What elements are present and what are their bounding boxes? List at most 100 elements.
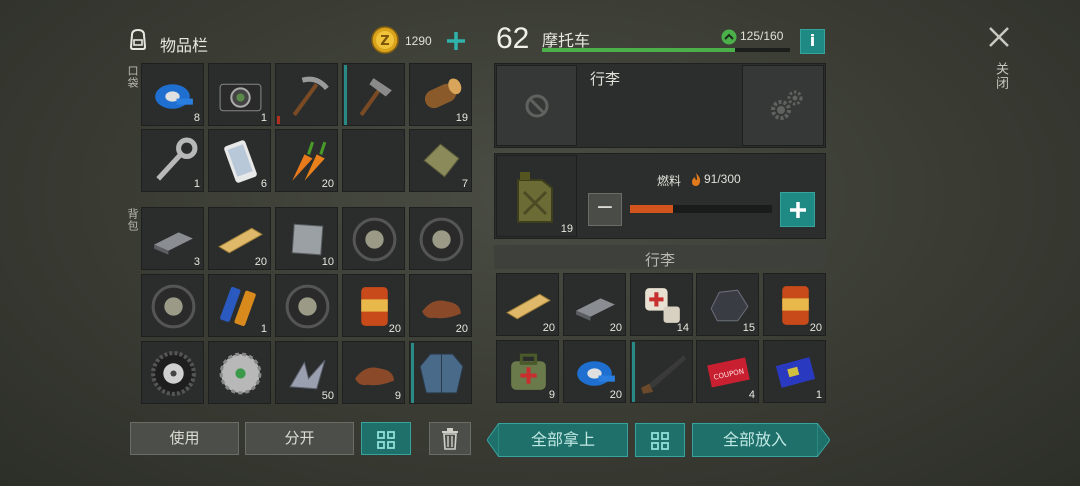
empty-item-slot[interactable] (342, 129, 405, 192)
item-slot[interactable]: 20 (275, 129, 338, 192)
item-slot[interactable]: 10 (275, 207, 338, 270)
item-slot[interactable]: 20 (563, 340, 626, 403)
tire-icon (349, 214, 400, 265)
item-slot[interactable] (275, 274, 338, 337)
cloth-icon (416, 136, 467, 187)
item-slot[interactable]: 6 (208, 129, 271, 192)
durability-marker (344, 65, 347, 125)
item-count: 10 (321, 256, 334, 268)
item-slot[interactable]: 8 (141, 63, 204, 126)
item-count: 50 (321, 390, 334, 402)
item-slot[interactable]: 1 (208, 63, 271, 126)
item-slot[interactable]: 20 (208, 207, 271, 270)
item-count: 20 (254, 256, 267, 268)
item-slot[interactable]: 7 (409, 129, 472, 192)
item-slot[interactable]: COUPON 4 (696, 340, 759, 403)
item-count: 1 (260, 112, 267, 124)
info-icon: i (809, 31, 816, 50)
item-slot[interactable]: 20 (496, 273, 559, 336)
split-button[interactable]: 分开 (245, 422, 354, 455)
luggage-locked-slot[interactable] (496, 65, 577, 146)
item-slot[interactable]: 20 (342, 274, 405, 337)
fuel-canister-slot[interactable]: 19 (496, 155, 577, 237)
duct-tape-icon (148, 70, 199, 121)
take-all-button[interactable]: 全部拿上 (498, 423, 628, 457)
use-button[interactable]: 使用 (130, 422, 239, 455)
coin-icon: Z (371, 26, 399, 54)
item-slot[interactable] (342, 207, 405, 270)
add-coins-button[interactable] (444, 29, 468, 53)
item-count: 20 (542, 322, 555, 334)
item-slot[interactable]: 20 (409, 274, 472, 337)
tire-icon (282, 281, 333, 332)
close-button[interactable]: 关闭 (986, 24, 1012, 104)
item-slot[interactable]: 20 (563, 273, 626, 336)
hammer-icon (349, 70, 400, 121)
take-all-label: 全部拿上 (530, 430, 595, 449)
item-count: 9 (394, 390, 401, 402)
put-all-button[interactable]: 全部放入 (692, 423, 818, 457)
item-count: 9 (548, 389, 555, 401)
sort-inventory-button[interactable] (361, 422, 411, 455)
medkit-bag-icon (503, 347, 554, 398)
item-count: 20 (388, 323, 401, 335)
coin-count: 1290 (405, 34, 432, 48)
fuel-slider-fill (630, 205, 673, 213)
item-slot[interactable]: 1 (208, 274, 271, 337)
pickaxe-icon (282, 70, 333, 121)
durability-marker (277, 116, 280, 124)
shotgun-icon (637, 347, 688, 398)
tire-icon (148, 281, 199, 332)
item-slot[interactable] (141, 274, 204, 337)
durability-marker (632, 342, 635, 402)
item-count: 20 (809, 322, 822, 334)
item-count: 20 (321, 178, 334, 190)
iron-bar-icon (148, 214, 199, 265)
engine-settings-slot[interactable] (742, 65, 824, 146)
fuel-label: 燃料 (657, 174, 682, 188)
item-slot[interactable]: 19 (409, 63, 472, 126)
batteries-icon (215, 281, 266, 332)
item-slot[interactable] (208, 341, 271, 404)
fuel-increase-button[interactable] (780, 192, 815, 227)
circuit-board-icon (770, 347, 821, 398)
item-slot[interactable]: 20 (763, 273, 826, 336)
flame-icon (690, 172, 702, 187)
item-slot[interactable] (275, 63, 338, 126)
trash-button[interactable] (429, 422, 471, 455)
pocket-section-label: 口袋 (126, 65, 139, 89)
item-slot[interactable] (630, 340, 693, 403)
item-count: 1 (260, 323, 267, 335)
item-count: 19 (455, 112, 468, 124)
item-slot[interactable] (409, 207, 472, 270)
vehicle-level: 62 (496, 22, 530, 55)
item-slot[interactable]: 1 (141, 129, 204, 192)
grid-sort-icon (650, 430, 670, 461)
item-slot[interactable]: 50 (275, 341, 338, 404)
item-slot[interactable] (342, 63, 405, 126)
sort-storage-button[interactable] (635, 423, 685, 457)
fuel-slider[interactable] (630, 205, 772, 213)
item-count: 20 (609, 322, 622, 334)
item-slot[interactable] (141, 341, 204, 404)
item-slot[interactable]: 3 (141, 207, 204, 270)
info-button[interactable]: i (800, 29, 825, 54)
saw-blade-icon (215, 348, 266, 399)
item-slot[interactable]: 15 (696, 273, 759, 336)
durability-marker (411, 343, 414, 403)
capacity-bar-fill (542, 48, 736, 52)
fuel-value: 91/300 (704, 172, 741, 186)
luggage-label: 行李 (590, 70, 621, 88)
capacity-bar (542, 48, 790, 52)
storage-title: 行李 (644, 251, 675, 269)
item-slot[interactable]: 14 (630, 273, 693, 336)
backpack-section-label: 背包 (126, 208, 139, 232)
item-slot[interactable]: 1 (763, 340, 826, 403)
item-slot[interactable]: 9 (342, 341, 405, 404)
fuel-decrease-button[interactable]: − (588, 193, 622, 226)
camera-icon (215, 70, 266, 121)
item-count: 8 (193, 112, 200, 124)
item-slot[interactable] (409, 341, 472, 404)
item-slot[interactable]: 9 (496, 340, 559, 403)
inventory-title: 物品栏 (160, 36, 209, 55)
